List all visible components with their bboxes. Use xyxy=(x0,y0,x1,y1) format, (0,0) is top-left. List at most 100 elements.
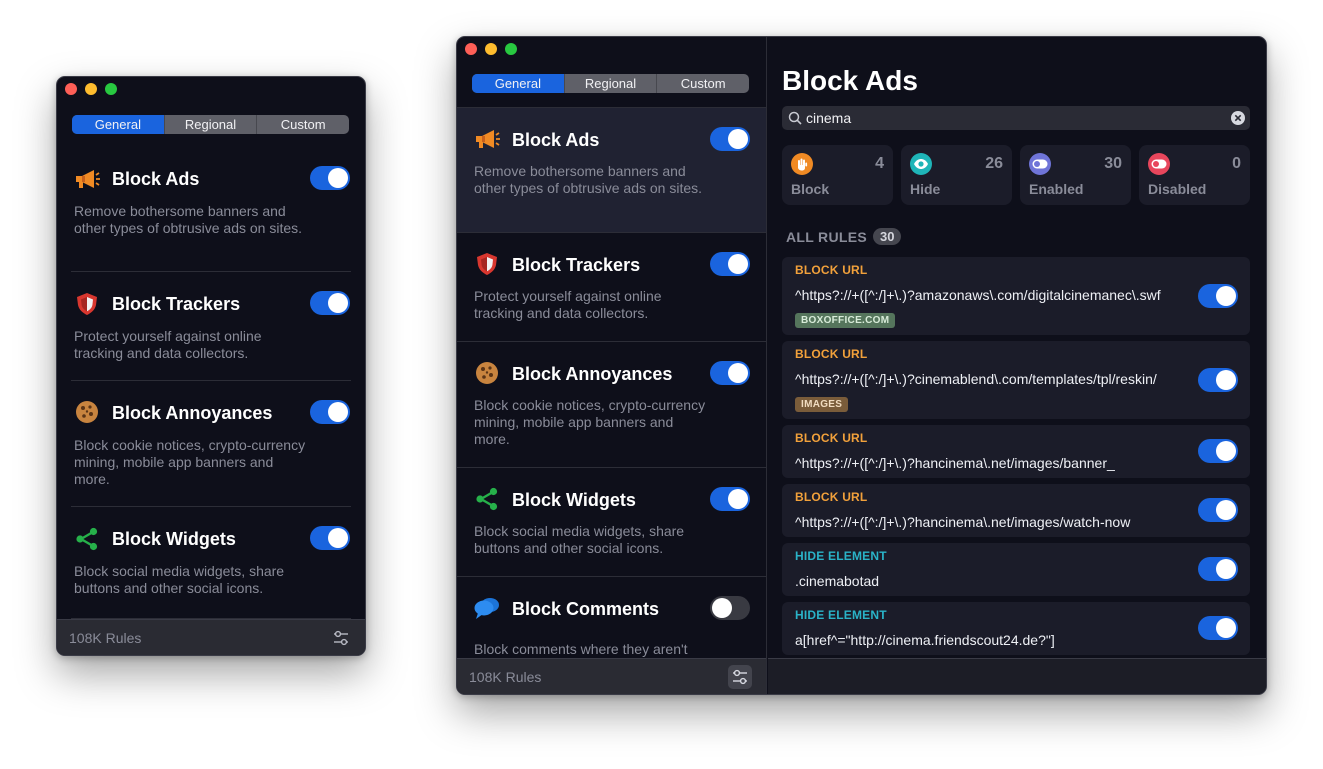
rule-type: BLOCK URL xyxy=(795,347,868,361)
rule-pattern: ^https?://+([^:/]+\.)?hancinema\.net/ima… xyxy=(795,455,1115,471)
category-description: Block social media widgets, share button… xyxy=(74,563,285,596)
stat-disabled[interactable]: 0 Disabled xyxy=(1139,145,1250,205)
stat-count: 0 xyxy=(1232,155,1241,172)
filter-settings-button[interactable] xyxy=(728,665,752,689)
stat-enabled[interactable]: 30 Enabled xyxy=(1020,145,1131,205)
zoom-window-button[interactable] xyxy=(505,43,517,55)
tab-general[interactable]: General xyxy=(472,74,564,93)
category-block-ads[interactable]: Block Ads Remove bothersome banners and … xyxy=(457,108,766,233)
category-block-widgets[interactable]: Block Widgets Block social media widgets… xyxy=(71,507,351,619)
category-title: Block Annoyances xyxy=(112,403,273,423)
share-icon xyxy=(73,525,101,553)
sidebar: General Regional Custom Block Ads Remove… xyxy=(457,37,767,694)
rule-count-badge: 30 xyxy=(873,228,902,245)
block-annoyances-toggle[interactable] xyxy=(310,400,350,424)
rule-type: BLOCK URL xyxy=(795,490,868,504)
rule-pattern: ^https?://+([^:/]+\.)?hancinema\.net/ima… xyxy=(795,514,1131,530)
category-list: Block Ads Remove bothersome banners and … xyxy=(457,107,766,659)
large-app-window: General Regional Custom Block Ads Remove… xyxy=(456,36,1267,695)
cookie-icon xyxy=(73,398,101,426)
footer-bar: 108K Rules xyxy=(457,658,766,694)
rule-toggle[interactable] xyxy=(1198,498,1238,522)
zoom-window-button[interactable] xyxy=(105,83,117,95)
section-header: ALL RULES 30 xyxy=(786,228,902,245)
page-title: Block Ads xyxy=(782,65,918,96)
category-description: Block comments where they aren't the pri… xyxy=(474,641,688,659)
shield-icon xyxy=(473,250,501,278)
rule-pattern: .cinemabotad xyxy=(795,573,880,589)
rule-type: BLOCK URL xyxy=(795,431,868,445)
block-trackers-toggle[interactable] xyxy=(710,252,750,276)
stat-label: Enabled xyxy=(1029,181,1084,197)
rule-type: HIDE ELEMENT xyxy=(795,549,887,563)
block-comments-toggle[interactable] xyxy=(710,596,750,620)
rule-tag: IMAGES xyxy=(795,397,849,412)
category-description: Block social media widgets, share button… xyxy=(474,523,685,556)
category-block-trackers[interactable]: Block Trackers Protect yourself against … xyxy=(457,233,766,342)
tab-regional[interactable]: Regional xyxy=(563,74,657,93)
category-block-comments[interactable]: Block Comments Block comments where they… xyxy=(457,577,766,659)
category-block-ads[interactable]: Block Ads Remove bothersome banners and … xyxy=(71,147,351,272)
rule-pattern: a[href^="http://cinema.friendscout24.de?… xyxy=(795,632,1055,648)
eye-icon xyxy=(910,153,932,175)
category-block-trackers[interactable]: Block Trackers Protect yourself against … xyxy=(71,272,351,381)
rules-count: 108K Rules xyxy=(69,630,142,646)
minimize-window-button[interactable] xyxy=(85,83,97,95)
block-trackers-toggle[interactable] xyxy=(310,291,350,315)
rule-item[interactable]: BLOCK URL ^https?://+([^:/]+\.)?hancinem… xyxy=(782,484,1250,537)
category-block-annoyances[interactable]: Block Annoyances Block cookie notices, c… xyxy=(71,381,351,507)
rule-tag: BOXOFFICE.COM xyxy=(795,313,896,328)
close-window-button[interactable] xyxy=(465,43,477,55)
filter-settings-button[interactable] xyxy=(329,626,353,650)
stat-block[interactable]: 4 Block xyxy=(782,145,893,205)
share-icon xyxy=(473,485,501,513)
stat-label: Disabled xyxy=(1148,181,1207,197)
rule-type: HIDE ELEMENT xyxy=(795,608,887,622)
category-title: Block Trackers xyxy=(512,255,641,275)
rule-toggle[interactable] xyxy=(1198,368,1238,392)
toggle-off-icon xyxy=(1148,153,1170,175)
rule-toggle[interactable] xyxy=(1198,557,1238,581)
category-description: Block cookie notices, crypto-currency mi… xyxy=(74,437,306,487)
category-block-annoyances[interactable]: Block Annoyances Block cookie notices, c… xyxy=(457,342,766,468)
rule-pattern: ^https?://+([^:/]+\.)?cinemablend\.com/t… xyxy=(795,371,1157,387)
rule-item[interactable]: BLOCK URL ^https?://+([^:/]+\.)?cinemabl… xyxy=(782,341,1250,419)
close-window-button[interactable] xyxy=(65,83,77,95)
category-title: Block Ads xyxy=(112,169,200,189)
category-block-widgets[interactable]: Block Widgets Block social media widgets… xyxy=(457,468,766,577)
rule-item[interactable]: HIDE ELEMENT a[href^="http://cinema.frie… xyxy=(782,602,1250,655)
category-title: Block Comments xyxy=(512,599,660,619)
block-annoyances-toggle[interactable] xyxy=(710,361,750,385)
tab-general[interactable]: General xyxy=(72,115,164,134)
minimize-window-button[interactable] xyxy=(485,43,497,55)
category-description: Protect yourself against online tracking… xyxy=(474,288,662,321)
sliders-icon xyxy=(334,630,348,646)
search-input[interactable] xyxy=(806,106,1226,130)
rule-toggle[interactable] xyxy=(1198,616,1238,640)
sliders-icon xyxy=(733,669,747,685)
rule-toggle[interactable] xyxy=(1198,439,1238,463)
window-controls xyxy=(65,83,117,95)
tab-custom[interactable]: Custom xyxy=(656,74,749,93)
rule-toggle[interactable] xyxy=(1198,284,1238,308)
tab-custom[interactable]: Custom xyxy=(256,115,349,134)
megaphone-icon xyxy=(73,165,101,193)
section-label: ALL RULES xyxy=(786,228,867,245)
category-description: Block cookie notices, crypto-currency mi… xyxy=(474,397,706,447)
rule-item[interactable]: BLOCK URL ^https?://+([^:/]+\.)?amazonaw… xyxy=(782,257,1250,335)
rule-item[interactable]: BLOCK URL ^https?://+([^:/]+\.)?hancinem… xyxy=(782,425,1250,478)
block-widgets-toggle[interactable] xyxy=(310,526,350,550)
clear-search-icon[interactable] xyxy=(1230,110,1246,126)
category-description: Protect yourself against online tracking… xyxy=(74,328,262,361)
stat-count: 4 xyxy=(875,155,884,172)
stat-hide[interactable]: 26 Hide xyxy=(901,145,1012,205)
detail-footer xyxy=(768,658,1266,694)
stat-count: 30 xyxy=(1104,155,1122,172)
block-widgets-toggle[interactable] xyxy=(710,487,750,511)
rule-item[interactable]: HIDE ELEMENT .cinemabotad xyxy=(782,543,1250,596)
rule-pattern: ^https?://+([^:/]+\.)?amazonaws\.com/dig… xyxy=(795,287,1161,303)
tab-regional[interactable]: Regional xyxy=(163,115,257,134)
block-ads-toggle[interactable] xyxy=(310,166,350,190)
category-description: Remove bothersome banners and other type… xyxy=(74,203,303,236)
block-ads-toggle[interactable] xyxy=(710,127,750,151)
